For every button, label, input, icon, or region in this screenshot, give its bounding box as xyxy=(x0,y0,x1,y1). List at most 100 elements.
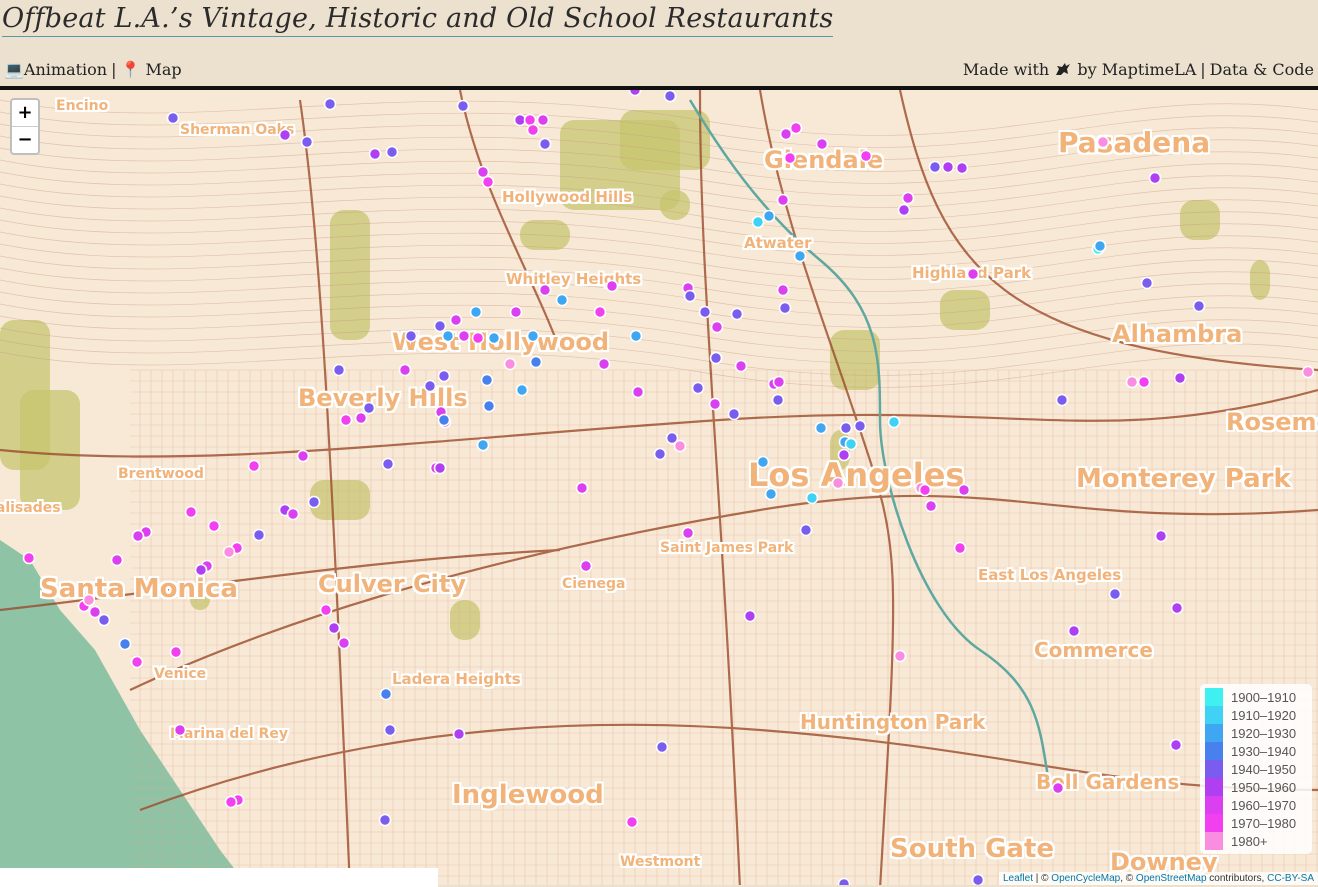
restaurant-marker[interactable] xyxy=(166,111,180,125)
restaurant-marker[interactable] xyxy=(1140,276,1154,290)
zoom-out-button[interactable]: − xyxy=(12,126,38,153)
restaurant-marker[interactable] xyxy=(529,355,543,369)
restaurant-marker[interactable] xyxy=(278,128,292,142)
restaurant-marker[interactable] xyxy=(222,545,236,559)
restaurant-marker[interactable] xyxy=(379,687,393,701)
restaurant-marker[interactable] xyxy=(593,305,607,319)
by-label[interactable]: by MaptimeLA xyxy=(1077,60,1196,79)
restaurant-marker[interactable] xyxy=(224,795,238,809)
restaurant-marker[interactable] xyxy=(853,419,867,433)
restaurant-marker[interactable] xyxy=(971,873,985,886)
restaurant-marker[interactable] xyxy=(673,439,687,453)
restaurant-marker[interactable] xyxy=(756,455,770,469)
restaurant-marker[interactable] xyxy=(169,645,183,659)
restaurant-marker[interactable] xyxy=(691,381,705,395)
restaurant-marker[interactable] xyxy=(476,438,490,452)
restaurant-marker[interactable] xyxy=(597,357,611,371)
restaurant-marker[interactable] xyxy=(471,331,485,345)
restaurant-marker[interactable] xyxy=(579,559,593,573)
restaurant-marker[interactable] xyxy=(323,97,337,111)
restaurant-marker[interactable] xyxy=(708,397,722,411)
restaurant-marker[interactable] xyxy=(354,411,368,425)
restaurant-marker[interactable] xyxy=(629,329,643,343)
restaurant-marker[interactable] xyxy=(897,203,911,217)
license-link[interactable]: CC-BY-SA xyxy=(1267,873,1314,884)
restaurant-marker[interactable] xyxy=(88,605,102,619)
restaurant-marker[interactable] xyxy=(319,603,333,617)
restaurant-marker[interactable] xyxy=(526,329,540,343)
restaurant-marker[interactable] xyxy=(859,149,873,163)
restaurant-marker[interactable] xyxy=(605,279,619,293)
restaurant-marker[interactable] xyxy=(1067,624,1081,638)
restaurant-marker[interactable] xyxy=(764,487,778,501)
restaurant-marker[interactable] xyxy=(536,113,550,127)
restaurant-marker[interactable] xyxy=(437,413,451,427)
restaurant-marker[interactable] xyxy=(481,175,495,189)
restaurant-marker[interactable] xyxy=(1137,375,1151,389)
restaurant-marker[interactable] xyxy=(433,461,447,475)
restaurant-marker[interactable] xyxy=(441,329,455,343)
restaurant-marker[interactable] xyxy=(1301,365,1315,379)
restaurant-marker[interactable] xyxy=(941,160,955,174)
pin-icon[interactable]: 📍 xyxy=(120,60,140,79)
restaurant-marker[interactable] xyxy=(368,147,382,161)
animation-link[interactable]: Animation xyxy=(24,60,107,79)
restaurant-marker[interactable] xyxy=(381,457,395,471)
restaurant-marker[interactable] xyxy=(805,491,819,505)
restaurant-marker[interactable] xyxy=(194,563,208,577)
restaurant-marker[interactable] xyxy=(487,331,501,345)
restaurant-marker[interactable] xyxy=(1192,299,1206,313)
restaurant-marker[interactable] xyxy=(793,249,807,263)
restaurant-marker[interactable] xyxy=(207,519,221,533)
restaurant-marker[interactable] xyxy=(783,151,797,165)
restaurant-marker[interactable] xyxy=(681,526,695,540)
restaurant-marker[interactable] xyxy=(118,637,132,651)
restaurant-marker[interactable] xyxy=(480,373,494,387)
restaurant-marker[interactable] xyxy=(437,369,451,383)
restaurant-marker[interactable] xyxy=(779,127,793,141)
restaurant-marker[interactable] xyxy=(286,507,300,521)
openstreetmap-link[interactable]: OpenStreetMap xyxy=(1136,873,1207,884)
restaurant-marker[interactable] xyxy=(509,305,523,319)
restaurant-marker[interactable] xyxy=(655,740,669,754)
restaurant-marker[interactable] xyxy=(130,655,144,669)
restaurant-marker[interactable] xyxy=(184,505,198,519)
restaurant-marker[interactable] xyxy=(97,613,111,627)
restaurant-marker[interactable] xyxy=(423,379,437,393)
restaurant-marker[interactable] xyxy=(131,529,145,543)
monitor-icon[interactable]: 💻 xyxy=(4,60,24,79)
restaurant-marker[interactable] xyxy=(515,383,529,397)
restaurant-marker[interactable] xyxy=(1170,601,1184,615)
restaurant-marker[interactable] xyxy=(404,329,418,343)
restaurant-marker[interactable] xyxy=(555,293,569,307)
restaurant-marker[interactable] xyxy=(296,449,310,463)
restaurant-marker[interactable] xyxy=(1051,781,1065,795)
restaurant-marker[interactable] xyxy=(452,727,466,741)
restaurant-marker[interactable] xyxy=(362,401,376,415)
restaurant-marker[interactable] xyxy=(469,305,483,319)
restaurant-marker[interactable] xyxy=(743,609,757,623)
page-title[interactable]: Offbeat L.A.’s Vintage, Historic and Old… xyxy=(2,2,834,37)
restaurant-marker[interactable] xyxy=(252,528,266,542)
restaurant-marker[interactable] xyxy=(730,307,744,321)
restaurant-marker[interactable] xyxy=(928,160,942,174)
restaurant-marker[interactable] xyxy=(710,320,724,334)
restaurant-marker[interactable] xyxy=(957,483,971,497)
restaurant-marker[interactable] xyxy=(457,329,471,343)
restaurant-marker[interactable] xyxy=(653,447,667,461)
restaurant-marker[interactable] xyxy=(332,363,346,377)
restaurant-marker[interactable] xyxy=(663,90,677,103)
restaurant-marker[interactable] xyxy=(901,191,915,205)
restaurant-marker[interactable] xyxy=(772,375,786,389)
map-link[interactable]: Map xyxy=(146,60,182,79)
restaurant-marker[interactable] xyxy=(110,553,124,567)
restaurant-marker[interactable] xyxy=(1093,239,1107,253)
restaurant-marker[interactable] xyxy=(1108,587,1122,601)
restaurant-marker[interactable] xyxy=(538,283,552,297)
restaurant-marker[interactable] xyxy=(844,437,858,451)
restaurant-marker[interactable] xyxy=(771,393,785,407)
restaurant-marker[interactable] xyxy=(503,357,517,371)
data-code-link[interactable]: Data & Code xyxy=(1210,60,1314,79)
restaurant-marker[interactable] xyxy=(449,313,463,327)
restaurant-marker[interactable] xyxy=(247,459,261,473)
